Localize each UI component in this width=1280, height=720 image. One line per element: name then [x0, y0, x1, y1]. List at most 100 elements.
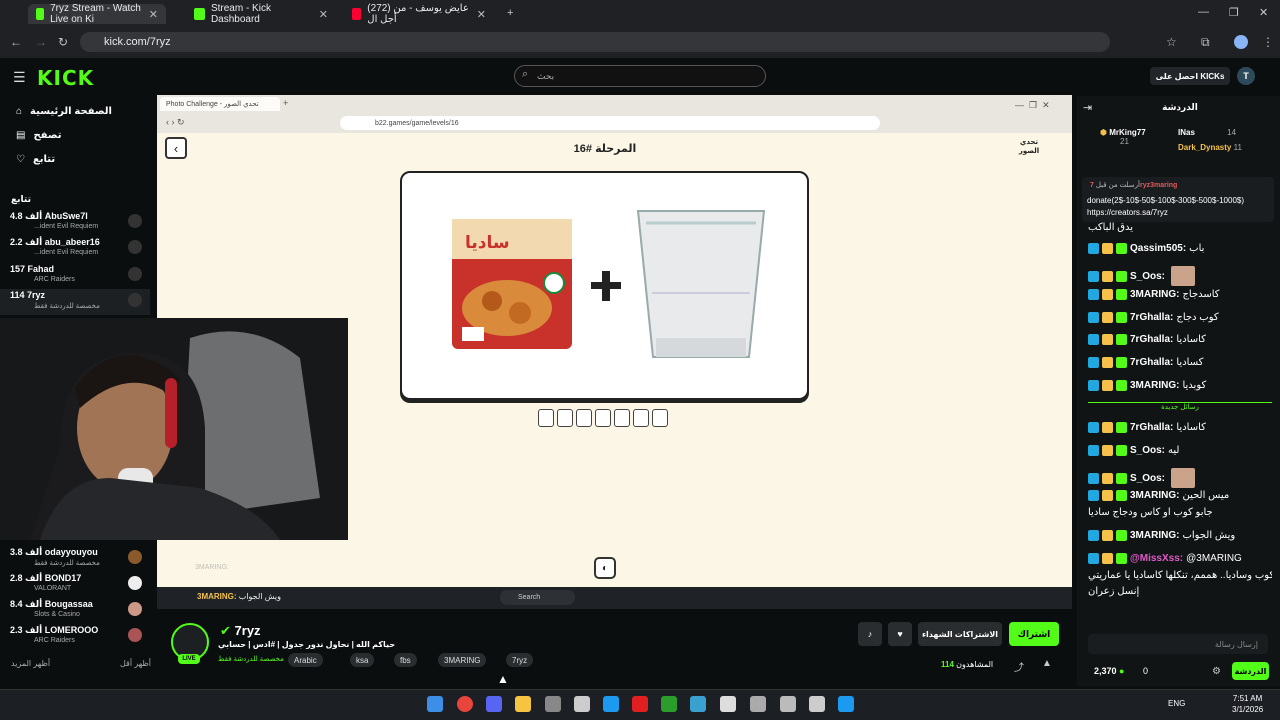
- followed-channel[interactable]: 3.8 ألف odayyouyou مخصصة للدردشة فقط: [0, 546, 150, 572]
- address-bar[interactable]: kick.com/7ryz: [80, 32, 1110, 52]
- xbox-icon[interactable]: [661, 696, 677, 712]
- profile-avatar[interactable]: [1234, 35, 1248, 49]
- gift-subs-button[interactable]: الاشتراكات الشهداء: [918, 622, 1002, 646]
- followed-channel[interactable]: 8.4 ألف Bougassaa Slots & Casino: [0, 598, 150, 624]
- maximize-icon[interactable]: ❐: [1229, 6, 1239, 19]
- tab-youtube[interactable]: (272) عايض يوسف - من أجل ال ✕: [344, 3, 494, 25]
- followed-channel-active[interactable]: 114 7ryz مخصصة للدردشة فقط: [0, 289, 150, 315]
- chat-username[interactable]: 3MARING:: [1130, 530, 1179, 541]
- close-window-icon[interactable]: ✕: [1259, 6, 1268, 19]
- chat-username[interactable]: S_Oos:: [1130, 445, 1165, 456]
- chat-username[interactable]: 3MARING:: [1130, 289, 1179, 300]
- chat-username[interactable]: Qassim505:: [1130, 243, 1186, 254]
- app-icon[interactable]: [545, 696, 561, 712]
- reload-icon[interactable]: ↻: [58, 35, 68, 49]
- epic-games-icon[interactable]: [809, 696, 825, 712]
- channel-points[interactable]: 2,370 ●: [1094, 666, 1124, 676]
- user-avatar[interactable]: T: [1237, 67, 1255, 85]
- stream-category[interactable]: مخصصة للدردشة فقط: [218, 655, 284, 663]
- nav-browse[interactable]: ▤ تصفح: [6, 130, 156, 141]
- stream-tag[interactable]: Arabic: [288, 653, 323, 667]
- sadia-label: ساديا: [465, 233, 510, 253]
- forward-icon[interactable]: →: [35, 35, 47, 49]
- follow-heart-icon[interactable]: ♥: [888, 622, 912, 646]
- chat-badge-icon: [1088, 243, 1099, 254]
- chat-username[interactable]: 7rGhalla:: [1130, 357, 1173, 368]
- stream-tag[interactable]: ksa: [350, 653, 375, 667]
- close-icon[interactable]: ✕: [149, 8, 158, 21]
- back-icon[interactable]: ←: [10, 35, 22, 49]
- subscribe-button[interactable]: اشتراك: [1009, 622, 1059, 646]
- nav-home[interactable]: ⌂ الصفحة الرئيسية: [6, 106, 156, 117]
- steam-icon[interactable]: [603, 696, 619, 712]
- hamburger-menu-icon[interactable]: ☰: [13, 69, 26, 86]
- chat-message: إنسل زعران: [1088, 586, 1272, 597]
- stream-tag[interactable]: fbs: [394, 653, 417, 667]
- share-icon[interactable]: ⤴: [1014, 659, 1024, 674]
- chat-username[interactable]: 7rGhalla:: [1130, 312, 1173, 323]
- obs-icon[interactable]: [750, 696, 766, 712]
- stream-tag[interactable]: 7ryz: [506, 653, 534, 667]
- chat-text: كاساديا: [1176, 334, 1206, 345]
- stream-title: حياكم الله | نحاول ندور جدول | #ادس | حس…: [218, 640, 396, 649]
- language-indicator[interactable]: ENG: [1168, 699, 1185, 708]
- clock-app-icon[interactable]: [780, 696, 796, 712]
- chat-badge-icon: [1102, 289, 1113, 300]
- chat-username[interactable]: 7rGhalla:: [1130, 422, 1173, 433]
- minimize-icon[interactable]: —: [1198, 6, 1209, 18]
- store-icon[interactable]: [720, 696, 736, 712]
- youtube-icon[interactable]: [632, 696, 648, 712]
- edge-icon[interactable]: [690, 696, 706, 712]
- followed-channel[interactable]: 4.8 ألف AbuSwe7l ...ident Evil Requiem: [0, 210, 150, 236]
- collapse-chat-icon[interactable]: ⇥: [1083, 101, 1092, 114]
- followed-channel[interactable]: 157 Fahad ARC Raiders: [0, 263, 150, 289]
- chat-emote-image: [1171, 266, 1196, 286]
- heart-icon: ♡: [16, 154, 25, 165]
- chat-username[interactable]: S_Oos:: [1130, 473, 1165, 484]
- tab-dashboard[interactable]: Stream - Kick Dashboard ✕: [186, 3, 336, 25]
- show-less-link[interactable]: أظهر أقل: [120, 659, 151, 668]
- followed-channel[interactable]: 2.2 ألف abu_abeer16 ...ident Evil Requiem: [0, 236, 150, 262]
- app-icon[interactable]: [838, 696, 854, 712]
- chat-username[interactable]: S_Oos:: [1130, 271, 1165, 282]
- channel-avatar: [128, 240, 142, 254]
- close-icon[interactable]: ✕: [477, 8, 486, 21]
- chat-badge-icon: [1088, 490, 1099, 501]
- clock[interactable]: 7:51 AM 3/1/2026: [1232, 693, 1263, 715]
- start-icon[interactable]: [427, 696, 443, 712]
- chat-username[interactable]: 3MARING:: [1130, 380, 1179, 391]
- chat-badge-icon: [1088, 422, 1099, 433]
- send-chat-button[interactable]: الدردشة: [1232, 662, 1269, 680]
- chat-text: إنسل زعران: [1088, 586, 1140, 597]
- chat-input[interactable]: إرسال رسالة: [1088, 634, 1268, 654]
- followed-channel[interactable]: 2.3 ألف LOMEROOO ARC Raiders: [0, 624, 150, 650]
- followed-channel[interactable]: 2.8 ألف BOND17 VALORANT: [0, 572, 150, 598]
- kick-logo[interactable]: KICK: [37, 66, 94, 90]
- discord-icon[interactable]: [486, 696, 502, 712]
- search-icon: ⌕: [522, 68, 529, 80]
- chat-badge-icon: [1116, 289, 1127, 300]
- stream-tag[interactable]: 3MARING: [438, 653, 487, 667]
- chat-message: كوب وساديا.. هممم، تنكلها كاساديا يا عما…: [1088, 570, 1272, 581]
- streamer-name[interactable]: ✔ 7ryz: [220, 623, 261, 639]
- chat-username[interactable]: @MissXss:: [1130, 553, 1183, 564]
- report-icon[interactable]: ▲: [1042, 658, 1052, 669]
- file-explorer-icon[interactable]: [515, 696, 531, 712]
- chat-username[interactable]: 7rGhalla:: [1130, 334, 1173, 345]
- close-icon[interactable]: ✕: [319, 8, 328, 21]
- chat-username[interactable]: 3MARING:: [1130, 490, 1179, 501]
- show-more-link[interactable]: أظهر المزيد: [11, 659, 50, 668]
- search-input[interactable]: ⌕ بحث: [514, 65, 766, 87]
- chrome-icon[interactable]: [457, 696, 473, 712]
- chat-settings-gear-icon[interactable]: ⚙: [1212, 666, 1221, 677]
- bookmark-star-icon[interactable]: ☆: [1166, 35, 1177, 49]
- get-kicks-button[interactable]: احصل على KICKs: [1150, 67, 1230, 85]
- notifications-bell-icon[interactable]: ♪: [858, 622, 882, 646]
- settings-icon[interactable]: [574, 696, 590, 712]
- new-tab-icon[interactable]: +: [507, 7, 513, 19]
- tab-kick-stream[interactable]: 7ryz Stream - Watch Live on Ki ✕: [28, 3, 166, 25]
- extensions-icon[interactable]: ⧉: [1201, 35, 1210, 50]
- puzzle-card: ساديا: [400, 171, 809, 400]
- nav-following[interactable]: ♡ تتابع: [6, 154, 156, 165]
- menu-dots-icon[interactable]: ⋮: [1262, 35, 1274, 49]
